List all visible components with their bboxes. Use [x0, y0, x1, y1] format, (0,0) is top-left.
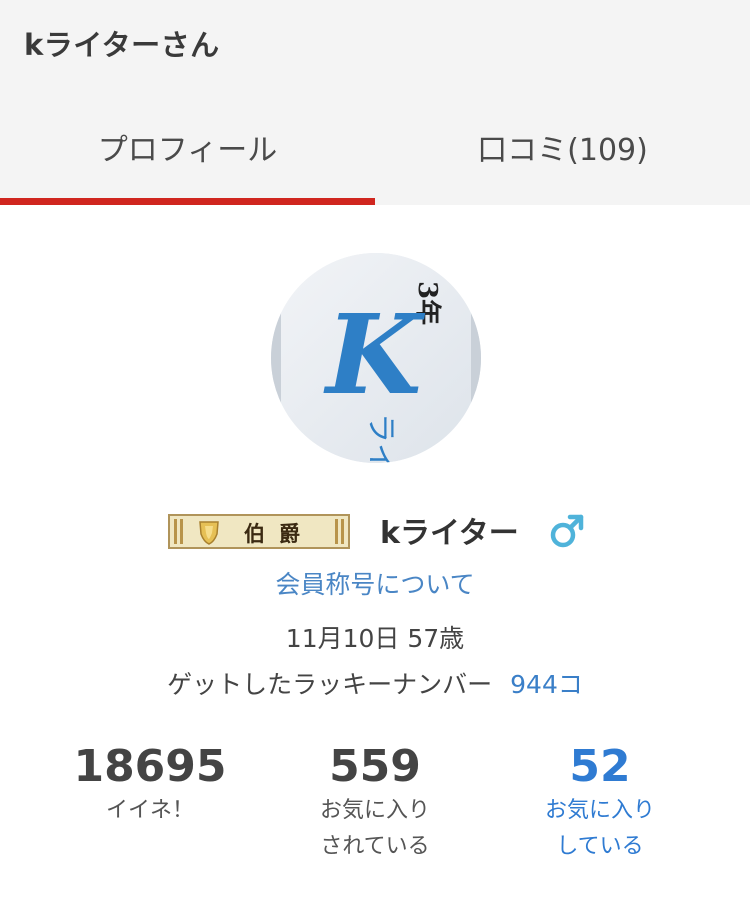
male-symbol-icon: [550, 514, 584, 548]
stat-favorited-by-value: 559: [329, 741, 421, 792]
lucky-number-label: ゲットしたラッキーナンバー: [167, 670, 493, 699]
tab-profile-label: プロフィール: [97, 132, 278, 168]
member-title-link[interactable]: 会員称号について: [0, 565, 750, 601]
stat-likes: 18695 イイネ！: [25, 741, 275, 829]
avatar-text-bottom: ライ: [363, 413, 398, 463]
stat-likes-label: イイネ！: [105, 798, 194, 824]
app-header: kライターさん: [0, 0, 750, 88]
shield-icon: [199, 521, 219, 545]
stat-favorited-by: 559 お気に入り されている: [250, 741, 500, 864]
stat-favorited-by-label-line2: されている: [320, 833, 430, 859]
stat-favoriting-label: お気に入り している: [475, 793, 725, 863]
username: kライター: [380, 516, 519, 551]
profile-content: 3年 K ライ 伯爵 kライター 会員称号について 11月10日 57歳 ゲット…: [0, 205, 750, 907]
stat-favoriting-label-line1: お気に入り: [544, 798, 655, 824]
stat-favorited-by-label-line1: お気に入り: [319, 798, 430, 824]
birthday-age: 11月10日 57歳: [285, 624, 465, 653]
tab-bar: プロフィール 口コミ(109): [0, 88, 750, 205]
stat-favoriting-value: 52: [569, 741, 631, 792]
page-title: kライターさん: [24, 28, 220, 62]
stat-favorited-by-label: お気に入り されている: [250, 793, 500, 863]
lucky-number-row: ゲットしたラッキーナンバー 944コ: [0, 665, 750, 701]
tab-profile[interactable]: プロフィール: [0, 88, 375, 205]
active-tab-indicator: [0, 198, 375, 205]
stat-likes-value: 18695: [73, 741, 227, 792]
stat-favoriting[interactable]: 52 お気に入り している: [475, 741, 725, 864]
avatar-letter: K: [323, 290, 426, 419]
lucky-number-count[interactable]: 944コ: [510, 670, 583, 699]
tab-reviews[interactable]: 口コミ(109): [375, 88, 750, 205]
stat-favoriting-label-line2: している: [556, 833, 644, 859]
tab-reviews-label: 口コミ(109): [477, 132, 648, 168]
rank-badge: 伯爵: [168, 514, 350, 549]
avatar-image: 3年 K ライ: [271, 253, 481, 463]
avatar: 3年 K ライ: [271, 253, 481, 463]
rank-badge-label: 伯爵: [244, 522, 314, 546]
